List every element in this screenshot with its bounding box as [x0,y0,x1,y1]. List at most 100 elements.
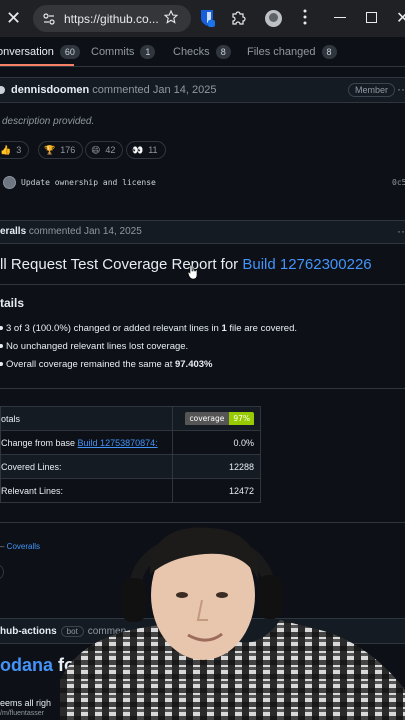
list-text: file are covered. [226,323,298,334]
pr-tabs: onversation 60 Commits 1 Checks 8 Files cha… [0,37,405,67]
reaction-trophy[interactable]: 🏆 176 [38,141,84,159]
author-name[interactable]: dennisdoomen [11,84,89,96]
trophy-icon: 🏆 [44,144,56,155]
more-options-icon[interactable]: ··· [397,82,405,96]
tab-label: Commits [91,46,135,58]
row-label: Relevant Lines: [0,478,173,503]
totals-table: otals coverage 97% Change from base Build… [0,406,261,503]
build-link[interactable]: Build 12762300226 [242,256,371,273]
file-path: /m/fluentasser [0,710,44,717]
bitwarden-extension-icon[interactable] [199,9,215,27]
badge-value: 97% [229,412,254,425]
table-row: Relevant Lines: 12472 [0,478,261,503]
row-label: Covered Lines: [0,454,173,479]
divider [0,388,405,389]
close-tab-icon[interactable]: ✕ [6,9,21,27]
browser-menu-icon[interactable] [303,9,307,25]
list-item: No unchanged relevant lines lost coverag… [0,341,188,352]
url-text: https://github.co... [64,11,159,26]
webcam-overlay [60,527,405,720]
close-window-icon[interactable]: ✕ [396,8,405,28]
coverage-badge-cell: coverage 97% [172,406,261,431]
tab-label: Files changed [247,46,316,58]
tab-checks[interactable]: Checks 8 [173,45,231,59]
reaction-count: 11 [148,145,158,155]
qodana-link[interactable]: odana [0,655,53,675]
commit-author-avatar[interactable] [3,176,16,189]
comment-body: description provided. [2,116,95,127]
reaction-count: 3 [16,145,22,155]
bullet-icon [0,361,3,366]
reaction-thumbs-up[interactable]: 👍 3 [0,141,30,159]
table-row: Covered Lines: 12288 [0,454,261,479]
comment-meta: commented Jan 14, 2025 [28,226,142,237]
row-label-text: Change from base [1,437,78,448]
table-row: Change from base Build 12753870874: 0.0% [0,430,261,455]
author-name[interactable]: eralls [0,226,26,237]
author-name[interactable]: hub-actions [0,626,57,637]
totals-label: otals [0,406,173,431]
tab-files-changed[interactable]: Files changed 8 [247,45,337,59]
table-row: otals coverage 97% [0,406,261,431]
laugh-icon: 😄 [91,144,101,155]
more-options-icon[interactable]: ··· [397,224,405,238]
list-text: 3 of 3 (100.0%) changed or added relevan… [6,323,222,334]
base-build-link[interactable]: Build 12753870874: [78,438,158,448]
coverage-badge[interactable]: coverage 97% [184,412,254,426]
bullet-icon [0,325,3,330]
member-badge: Member [348,83,396,97]
reaction-laugh[interactable]: 😄 42 [85,141,124,159]
bullet-icon [0,343,3,348]
tab-label: onversation [0,46,54,58]
mouse-cursor-icon [187,264,198,280]
row-value: 12288 [172,454,261,479]
site-settings-icon[interactable] [43,12,55,25]
tab-count: 1 [140,45,156,59]
signature-dash: – [0,542,7,551]
details-heading: tails [0,296,25,310]
comment-meta: commented Jan 14, 2025 [92,84,217,96]
maximize-window-icon[interactable] [366,12,377,23]
row-label: Change from base Build 12753870874: [0,430,173,455]
comment-body: eems all righ [0,698,52,708]
list-bold: 97.403% [174,359,213,370]
commit-row: Update ownership and license 0c5 [0,172,405,194]
extensions-puzzle-icon[interactable] [231,10,246,25]
reaction-eyes[interactable]: 👀 11 [126,141,166,159]
reaction-count: 42 [105,145,116,155]
row-value: 12472 [172,478,261,503]
active-tab-indicator [0,64,74,66]
minimize-window-icon[interactable] [334,17,346,18]
commit-sha[interactable]: 0c5 [392,178,405,187]
list-item: 3 of 3 (100.0%) changed or added relevan… [0,323,297,334]
badge-label: coverage [184,412,230,425]
tab-count: 8 [215,45,231,59]
list-item: Overall coverage remained the same at 97… [0,359,213,370]
tab-count: 60 [59,45,80,59]
list-text: Overall coverage remained the same at [6,359,175,370]
commit-message[interactable]: Update ownership and license [21,178,156,187]
reaction-count: 176 [60,145,76,155]
browser-toolbar: ✕ https://github.co... ✕ [0,0,405,37]
profile-avatar[interactable] [265,10,282,27]
list-text: No unchanged relevant lines lost coverag… [6,341,189,352]
bookmark-star-icon[interactable] [164,10,178,24]
thumbs-up-icon: 👍 [0,144,12,155]
tab-label: Checks [173,46,210,58]
comment-author-line: eralls commented Jan 14, 2025 [0,226,142,237]
comment-header: eralls commented Jan 14, 2025 ··· [0,220,405,244]
tab-commits[interactable]: Commits 1 [91,45,156,59]
author-avatar[interactable] [0,86,5,94]
add-reaction-button[interactable] [0,564,4,580]
coveralls-signature: – Coveralls [0,542,40,551]
comment-header: dennisdoomen commented Jan 14, 2025 Memb… [0,77,405,103]
coverage-report-title: ll Request Test Coverage Report for Buil… [0,256,372,273]
coveralls-link[interactable]: Coveralls [7,542,40,551]
eyes-icon: 👀 [132,144,144,155]
report-title-text: ll Request Test Coverage Report for [0,256,243,273]
tab-count: 8 [321,45,337,59]
divider [0,284,405,285]
comment-author-line: dennisdoomen commented Jan 14, 2025 [11,84,216,96]
tab-conversation[interactable]: onversation 60 [0,45,80,59]
row-value: 0.0% [172,430,261,455]
